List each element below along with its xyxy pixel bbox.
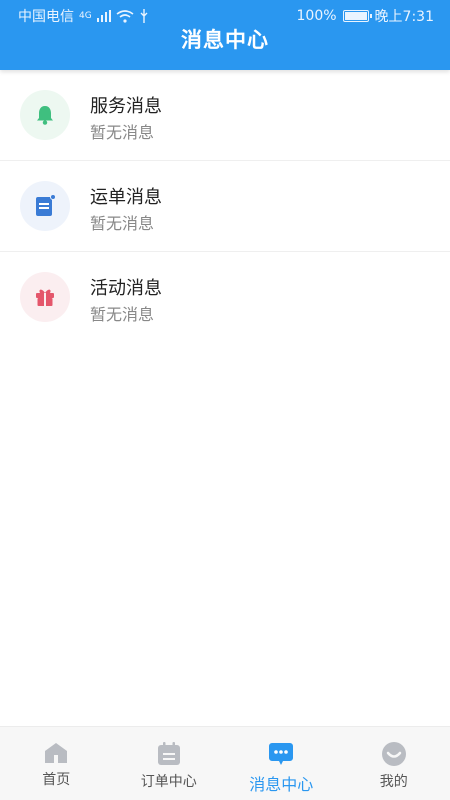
usb-icon bbox=[140, 9, 148, 23]
tab-messages[interactable]: 消息中心 bbox=[225, 727, 338, 800]
page-title: 消息中心 bbox=[181, 28, 269, 52]
message-title: 活动消息 bbox=[90, 278, 162, 299]
signal-icon bbox=[96, 10, 111, 22]
profile-icon bbox=[381, 742, 406, 766]
carrier-label: 中国电信 bbox=[18, 9, 74, 25]
message-item-waybill[interactable]: 运单消息 暂无消息 bbox=[0, 161, 450, 252]
tab-label: 我的 bbox=[379, 774, 408, 790]
document-icon bbox=[20, 181, 70, 231]
bottom-tab-bar: 首页 订单中心 消息中心 我的 bbox=[0, 726, 450, 800]
battery-percent: 100% bbox=[296, 8, 337, 24]
home-icon bbox=[45, 743, 68, 763]
gift-icon bbox=[20, 272, 70, 322]
message-title: 服务消息 bbox=[90, 96, 162, 117]
chat-icon bbox=[269, 743, 294, 765]
message-subtitle: 暂无消息 bbox=[90, 214, 155, 233]
tab-profile[interactable]: 我的 bbox=[338, 727, 450, 800]
network-label: 4G bbox=[79, 11, 92, 21]
tab-label: 订单中心 bbox=[140, 774, 197, 790]
bell-icon bbox=[20, 90, 70, 140]
clock: 晚上7:31 bbox=[374, 9, 434, 25]
app-header: 中国电信 4G 100% 晚上7:31 消息中心 bbox=[0, 0, 450, 70]
message-title: 运单消息 bbox=[90, 187, 162, 208]
message-subtitle: 暂无消息 bbox=[90, 123, 155, 142]
message-subtitle: 暂无消息 bbox=[90, 305, 155, 324]
tab-label: 首页 bbox=[42, 772, 71, 788]
battery-icon bbox=[342, 10, 372, 22]
tab-home[interactable]: 首页 bbox=[0, 727, 113, 800]
tab-orders[interactable]: 订单中心 bbox=[113, 727, 226, 800]
calendar-icon bbox=[157, 742, 180, 765]
message-list: 服务消息 暂无消息 运单消息 暂无消息 活动消息 暂无消息 bbox=[0, 70, 450, 343]
message-item-service[interactable]: 服务消息 暂无消息 bbox=[0, 70, 450, 161]
message-item-activity[interactable]: 活动消息 暂无消息 bbox=[0, 252, 450, 343]
tab-label: 消息中心 bbox=[249, 775, 314, 794]
wifi-icon bbox=[116, 9, 134, 23]
